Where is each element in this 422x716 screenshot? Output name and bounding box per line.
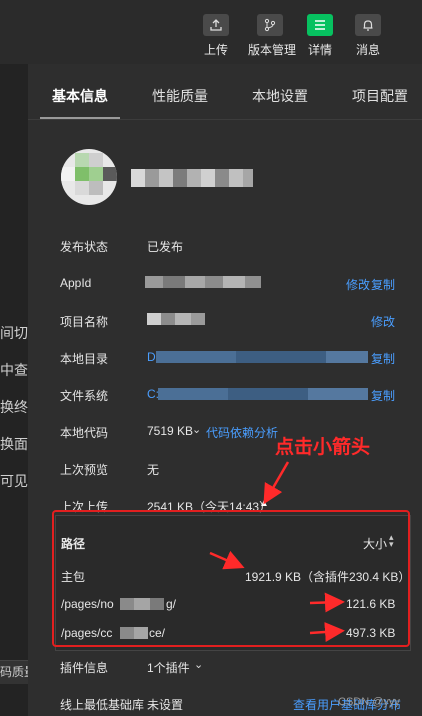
tab-performance[interactable]: 性能质量	[152, 86, 208, 106]
version-management-button[interactable]: 版本管理	[248, 14, 297, 58]
upload-button[interactable]: 上传	[196, 14, 236, 58]
left-sidebar	[0, 64, 28, 716]
appid-copy-link[interactable]: 复制	[371, 276, 395, 293]
tab-project-config[interactable]: 项目配置	[352, 86, 408, 106]
project-name-edit-link[interactable]: 修改	[371, 313, 395, 330]
chevron-up-icon[interactable]: ▲	[259, 498, 269, 509]
local-dir-copy-link[interactable]: 复制	[371, 350, 395, 367]
chevron-down-icon[interactable]: ⌄	[192, 423, 201, 436]
messages-button[interactable]: 消息	[348, 14, 388, 58]
messages-label: 消息	[355, 43, 380, 57]
left-bottom-tab[interactable]: 码质量	[0, 660, 28, 684]
local-dir-redacted	[156, 351, 368, 363]
left-fragment-text: 换面	[0, 436, 28, 452]
watermark: CSDN @yyy	[338, 696, 400, 708]
plugin-info-label: 插件信息	[60, 661, 109, 675]
details-tabs: 基本信息 性能质量 本地设置 项目配置	[28, 64, 422, 120]
publish-status-label: 发布状态	[60, 240, 109, 254]
min-base-library-value: 未设置	[147, 698, 184, 712]
appid-label: AppId	[60, 276, 92, 290]
min-base-library-label: 线上最低基础库	[60, 698, 145, 712]
appid-redacted	[145, 276, 261, 288]
code-dependency-analysis-link[interactable]: 代码依赖分析	[206, 424, 278, 441]
project-name-value-redacted	[147, 313, 205, 325]
publish-status-value: 已发布	[147, 240, 184, 254]
local-code-label: 本地代码	[60, 426, 109, 440]
menu-icon	[307, 14, 333, 36]
tab-local-settings[interactable]: 本地设置	[252, 86, 308, 106]
avatar	[61, 149, 117, 205]
project-name-label: 项目名称	[60, 315, 109, 329]
upload-label: 上传	[203, 43, 228, 57]
annotation-text: 点击小箭头	[275, 437, 371, 458]
local-code-value: 7519 KB	[147, 424, 194, 438]
left-fragment-text: 中查	[0, 362, 28, 378]
last-preview-value: 无	[147, 463, 160, 477]
version-management-label: 版本管理	[248, 43, 297, 57]
top-toolbar: 上传 版本管理 详情 消息	[0, 0, 422, 64]
tab-basic-info[interactable]: 基本信息	[52, 86, 108, 106]
local-dir-value[interactable]: D	[147, 350, 156, 364]
left-fragment-text: 间切	[0, 325, 28, 341]
annotation-highlight-box	[52, 510, 410, 647]
left-fragment-text: 换终	[0, 399, 28, 415]
bell-icon	[355, 14, 381, 36]
details-label: 详情	[307, 43, 332, 57]
local-dir-label: 本地目录	[60, 352, 109, 366]
appid-edit-link[interactable]: 修改	[346, 276, 370, 293]
details-button[interactable]: 详情	[300, 14, 340, 58]
left-fragment-text: 可见	[0, 473, 28, 489]
plugin-info-value[interactable]: 1个插件	[147, 659, 190, 676]
file-system-redacted	[158, 388, 368, 400]
upload-icon	[203, 14, 229, 36]
last-preview-label: 上次预览	[60, 463, 109, 477]
project-name-redacted	[131, 169, 253, 187]
file-system-label: 文件系统	[60, 389, 109, 403]
file-system-copy-link[interactable]: 复制	[371, 387, 395, 404]
branch-icon	[257, 14, 283, 36]
active-tab-indicator	[40, 117, 120, 119]
chevron-down-icon[interactable]: ⌄	[194, 658, 203, 671]
